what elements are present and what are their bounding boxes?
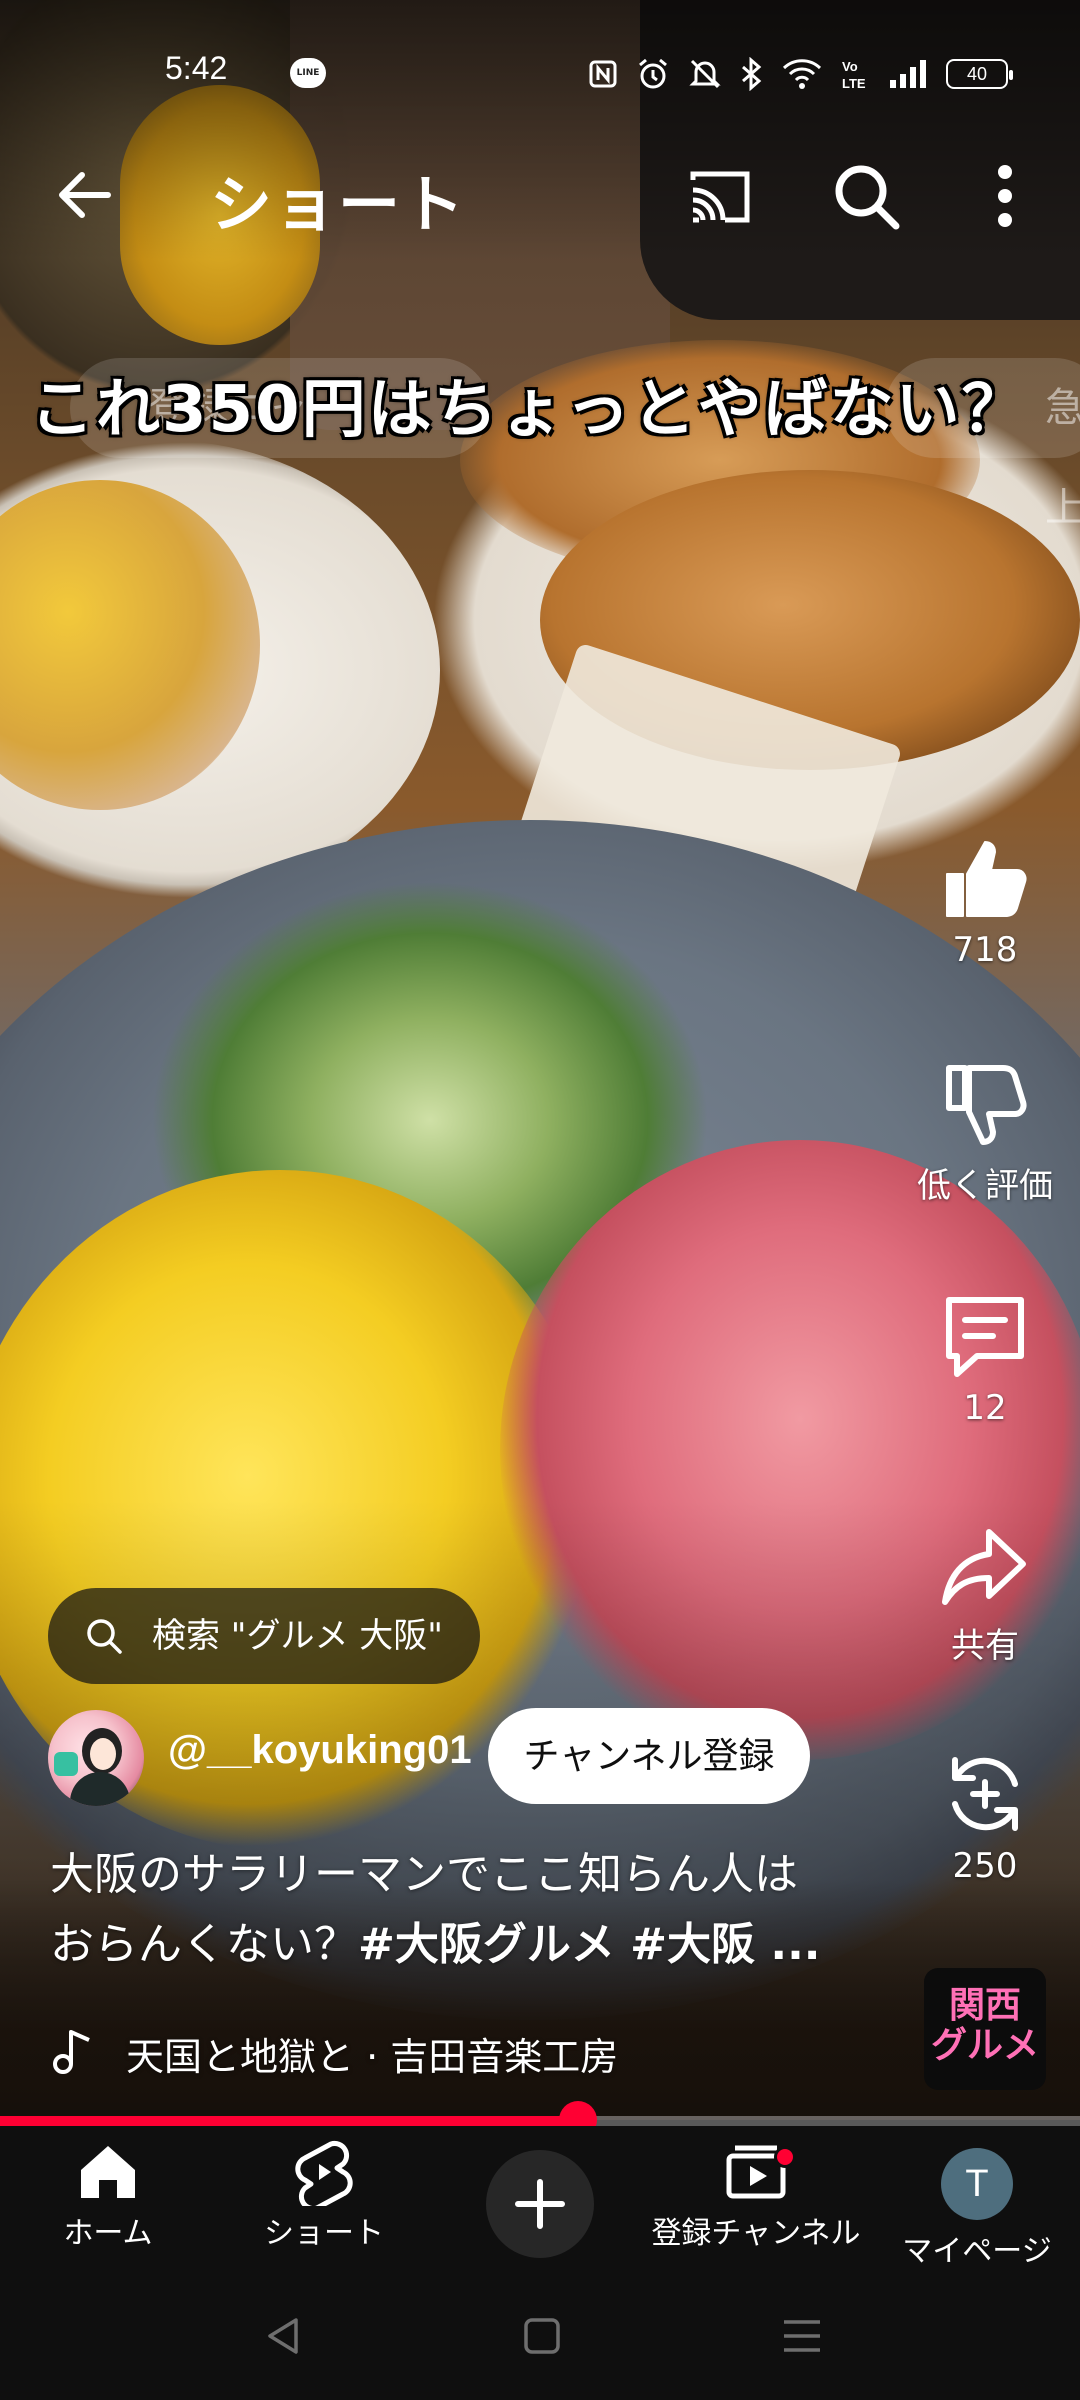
description-line-2: おらんくない？#大阪グルメ #大阪 ... <box>50 1910 900 1980</box>
thumbs-down-icon <box>946 1065 1027 1145</box>
progress-fill <box>0 2116 578 2126</box>
description-text: おらんくない？ <box>50 1919 358 1970</box>
signal-icon <box>890 60 926 88</box>
avatar-face <box>90 1738 116 1770</box>
channel-handle[interactable]: @__koyuking01 <box>168 1728 472 1773</box>
sound-thumbnail[interactable]: 関西 グルメ <box>924 1968 1046 2090</box>
more-vert-icon[interactable] <box>975 160 1035 232</box>
dislike-label: 低く評価 <box>917 1166 1053 1206</box>
like-button[interactable]: 718 <box>900 830 1070 970</box>
svg-text:LTE: LTE <box>842 76 866 91</box>
wifi-icon <box>782 59 822 89</box>
system-home-icon[interactable] <box>520 2314 564 2358</box>
line-notification-icon: LINE <box>290 58 326 88</box>
nav-shorts[interactable]: ショート <box>244 2136 404 2276</box>
video-progress-bar[interactable] <box>0 2101 1080 2139</box>
shorts-screen: 登録ニャ 急上 これ350円はちょっとやばない？ 5:42 LINE Vo LTE… <box>0 0 1080 2400</box>
video-caption: これ350円はちょっとやばない？ <box>30 373 1028 447</box>
sound-thumb-line-2: グルメ <box>930 2025 1039 2066</box>
thumbs-up-icon <box>946 841 1027 917</box>
bottom-nav: ホーム ショート 登録チャンネル T マイページ <box>0 2126 1080 2280</box>
system-nav-bar <box>0 2280 1080 2400</box>
remix-icon <box>952 1757 1018 1831</box>
share-icon <box>942 1529 1026 1605</box>
comments-button[interactable]: 12 <box>900 1288 1070 1428</box>
channel-avatar[interactable] <box>48 1710 144 1806</box>
music-label: 天国と地獄と · 吉田音楽工房 <box>126 2035 619 2079</box>
profile-avatar: T <box>941 2148 1013 2220</box>
remix-count: 250 <box>952 1846 1018 1886</box>
nav-shorts-label: ショート <box>264 2216 384 2251</box>
cast-icon[interactable] <box>685 162 755 232</box>
search-suggestion-label: 検索 "グルメ 大阪" <box>152 1616 443 1656</box>
sound-thumb-line-1: 関西 <box>948 1985 1021 2026</box>
volte-icon: Vo LTE <box>842 59 866 91</box>
description-line-1: 大阪のサラリーマンでここ知らん人は <box>50 1849 798 1900</box>
system-back-icon[interactable] <box>262 2314 306 2358</box>
dislike-button[interactable]: 低く評価 <box>900 1058 1070 1207</box>
nav-home-label: ホーム <box>63 2216 153 2251</box>
music-note-icon <box>53 2030 90 2074</box>
avatar-body <box>70 1772 130 1806</box>
system-recents-icon[interactable] <box>780 2314 824 2358</box>
share-button[interactable]: 共有 <box>900 1518 1070 1667</box>
svg-text:Vo: Vo <box>842 59 858 74</box>
home-icon <box>81 2146 135 2198</box>
plus-icon <box>515 2179 565 2229</box>
status-icons: Vo LTE 40 <box>588 54 1013 94</box>
page-title: ショート <box>210 168 467 241</box>
avatar-cup <box>54 1752 78 1776</box>
create-button[interactable] <box>486 2150 594 2258</box>
nav-subscriptions-label: 登録チャンネル <box>651 2216 861 2251</box>
nav-subscriptions[interactable]: 登録チャンネル <box>648 2136 864 2276</box>
top-bar: ショート <box>0 140 1080 250</box>
back-arrow-icon[interactable] <box>50 160 120 230</box>
search-icon <box>87 1619 122 1654</box>
status-time: 5:42 <box>165 50 228 86</box>
search-icon[interactable] <box>830 160 902 232</box>
battery-icon: 40 <box>946 59 1013 89</box>
nav-profile-label: マイページ <box>902 2234 1052 2269</box>
nav-home[interactable]: ホーム <box>38 2136 178 2276</box>
search-suggestion-chip[interactable]: 検索 "グルメ 大阪" <box>48 1588 480 1684</box>
like-count: 718 <box>952 930 1018 970</box>
status-bar: 5:42 LINE Vo LTE 40 <box>0 40 1080 104</box>
channel-row: @__koyuking01 チャンネル登録 <box>48 1708 848 1812</box>
subscribe-button[interactable]: チャンネル登録 <box>488 1708 810 1804</box>
shorts-icon <box>295 2140 353 2206</box>
description-hashtags[interactable]: #大阪グルメ #大阪 ... <box>358 1919 821 1970</box>
comment-count: 12 <box>963 1388 1007 1428</box>
share-label: 共有 <box>951 1626 1019 1666</box>
new-content-dot <box>774 2146 796 2168</box>
mute-icon <box>689 59 721 89</box>
remix-button[interactable]: 250 <box>900 1746 1070 1886</box>
nfc-icon <box>589 60 617 88</box>
bluetooth-icon <box>742 57 762 91</box>
video-description[interactable]: 大阪のサラリーマンでここ知らん人は おらんくない？#大阪グルメ #大阪 ... <box>50 1840 900 1980</box>
alarm-icon <box>639 58 667 89</box>
nav-profile[interactable]: T マイページ <box>892 2136 1062 2276</box>
comment-icon <box>946 1297 1024 1377</box>
